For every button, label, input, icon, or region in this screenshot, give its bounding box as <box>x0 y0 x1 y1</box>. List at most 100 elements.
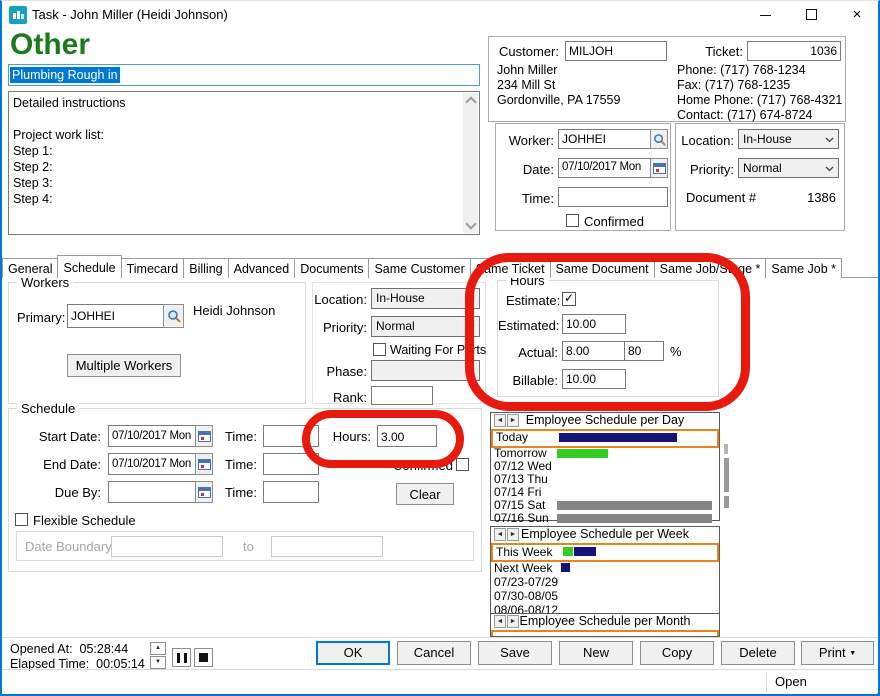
panel-left-arrow[interactable]: ◄ <box>494 414 506 427</box>
flexible-schedule-checkbox[interactable] <box>15 513 28 526</box>
copy-button[interactable]: Copy <box>640 641 714 665</box>
worker-label: Worker: <box>498 133 554 148</box>
primary-lookup-button[interactable] <box>163 304 184 328</box>
schedule-hours-field[interactable]: 3.00 <box>377 425 437 447</box>
tab-same-ticket[interactable]: Same Ticket <box>470 258 551 278</box>
start-date-field[interactable]: 07/10/2017 Mon <box>108 425 196 447</box>
time-field[interactable] <box>558 187 668 207</box>
new-button[interactable]: New <box>559 641 633 665</box>
tab-same-customer[interactable]: Same Customer <box>368 258 470 278</box>
date-calendar-button[interactable] <box>650 158 668 178</box>
maximize-button[interactable] <box>788 0 834 30</box>
summary-selected-text: Plumbing Rough in <box>10 67 120 83</box>
time-label: Time: <box>498 191 554 206</box>
due-time-field[interactable] <box>263 481 319 503</box>
cancel-button[interactable]: Cancel <box>397 641 471 665</box>
end-date-label: End Date: <box>9 457 101 472</box>
actual-field[interactable]: 8.00 <box>562 341 626 361</box>
scroll-up-icon[interactable] <box>465 96 476 107</box>
location-dropdown[interactable]: In-House <box>738 129 839 149</box>
address-line: Gordonville, PA 17559 <box>497 93 620 108</box>
tab-billing[interactable]: Billing <box>183 258 228 278</box>
tab-schedule[interactable]: Schedule <box>57 255 121 278</box>
titlebar[interactable]: Task - John Miller (Heidi Johnson) × <box>0 0 880 30</box>
rank-field[interactable] <box>371 386 433 405</box>
panel-scrollbar[interactable] <box>724 496 729 508</box>
week-row-this-week[interactable]: This Week <box>491 543 719 562</box>
estimated-label: Estimated: <box>498 318 558 333</box>
worker-lookup-button[interactable] <box>650 129 668 149</box>
multiple-workers-button[interactable]: Multiple Workers <box>67 354 181 377</box>
worker-field[interactable]: JOHHEI <box>558 129 651 149</box>
tab-general[interactable]: General <box>2 258 58 278</box>
tab-same-job-stage[interactable]: Same Job/Stage * <box>654 258 767 278</box>
panel-scrollbar-thumb[interactable] <box>724 458 729 492</box>
date-boundary-label: Date Boundary <box>25 539 112 554</box>
panel-right-arrow[interactable]: ► <box>507 615 519 628</box>
estimate-checkbox[interactable]: ✓ <box>562 292 576 306</box>
day-row[interactable]: 07/16 Sun <box>491 512 719 525</box>
date-field[interactable]: 07/10/2017 Mon <box>558 158 651 178</box>
save-button[interactable]: Save <box>478 641 552 665</box>
priority-dropdown[interactable]: Normal <box>738 158 839 178</box>
week-row[interactable]: 07/30-08/05 <box>491 589 719 603</box>
timer-up-button[interactable]: ▲ <box>150 642 166 655</box>
tab-same-job[interactable]: Same Job * <box>765 258 842 278</box>
priority-label: Priority: <box>676 162 734 177</box>
schedule-bar <box>557 501 712 510</box>
confirmed-checkbox[interactable] <box>566 214 579 227</box>
schedule-bar <box>563 547 573 556</box>
tab-same-document[interactable]: Same Document <box>550 258 655 278</box>
ticket-number-field[interactable]: 1036 <box>747 41 841 61</box>
week-row-next-week[interactable]: Next Week <box>491 561 719 575</box>
date-boundary-to-field[interactable] <box>271 536 383 557</box>
panel-right-arrow[interactable]: ► <box>507 528 519 541</box>
month-row-this-month[interactable] <box>491 630 719 637</box>
priority-dropdown[interactable]: Normal <box>371 316 480 337</box>
phase-dropdown[interactable] <box>371 360 480 381</box>
summary-input[interactable]: Plumbing Rough in <box>8 64 480 86</box>
end-date-field[interactable]: 07/10/2017 Mon <box>108 453 196 475</box>
close-button[interactable]: × <box>834 0 880 30</box>
start-time-field[interactable] <box>263 425 319 447</box>
task-type-heading: Other <box>10 28 90 62</box>
resize-grip[interactable] <box>873 689 875 691</box>
billable-field[interactable]: 10.00 <box>562 369 626 389</box>
schedule-confirmed-checkbox[interactable] <box>456 458 469 471</box>
start-date-calendar-button[interactable] <box>195 425 213 447</box>
instructions-scrollbar[interactable] <box>463 93 478 233</box>
delete-button[interactable]: Delete <box>721 641 795 665</box>
location-dropdown[interactable]: In-House <box>371 288 480 309</box>
due-by-calendar-button[interactable] <box>195 481 213 503</box>
tab-timecard[interactable]: Timecard <box>121 258 185 278</box>
waiting-for-parts-checkbox[interactable] <box>373 343 386 356</box>
timer-pause-button[interactable] <box>172 648 191 667</box>
panel-left-arrow[interactable]: ◄ <box>494 528 506 541</box>
estimated-field[interactable]: 10.00 <box>562 314 626 334</box>
end-time-field[interactable] <box>263 453 319 475</box>
minimize-button[interactable] <box>742 0 788 30</box>
panel-right-arrow[interactable]: ► <box>507 414 519 427</box>
tab-documents[interactable]: Documents <box>294 258 369 278</box>
panel-scrollbar[interactable] <box>724 444 728 454</box>
customer-code-field[interactable]: MILJOH <box>565 41 667 61</box>
end-date-calendar-button[interactable] <box>195 453 213 475</box>
ok-button[interactable]: OK <box>316 641 390 665</box>
instructions-textarea[interactable]: Detailed instructions Project work list:… <box>8 91 480 235</box>
location-box: Location: In-House Priority: Normal Docu… <box>675 123 845 231</box>
primary-worker-field[interactable]: JOHHEI <box>67 304 164 328</box>
opened-at-label: Opened At: <box>10 642 73 656</box>
timer-stop-button[interactable] <box>194 648 213 667</box>
tab-advanced[interactable]: Advanced <box>228 258 296 278</box>
schedule-per-week-header: ◄ ► Employee Schedule per Week <box>491 527 719 544</box>
scroll-down-icon[interactable] <box>465 218 476 229</box>
timer-down-button[interactable]: ▼ <box>150 656 166 669</box>
due-by-field[interactable] <box>108 481 196 503</box>
panel-left-arrow[interactable]: ◄ <box>494 615 506 628</box>
pause-icon <box>177 653 187 663</box>
clear-button[interactable]: Clear <box>396 483 454 505</box>
week-row[interactable]: 07/23-07/29 <box>491 575 719 589</box>
print-button[interactable]: ​Print ▼ <box>801 641 874 665</box>
percent-field[interactable]: 80 <box>624 341 664 361</box>
date-boundary-from-field[interactable] <box>111 536 223 557</box>
